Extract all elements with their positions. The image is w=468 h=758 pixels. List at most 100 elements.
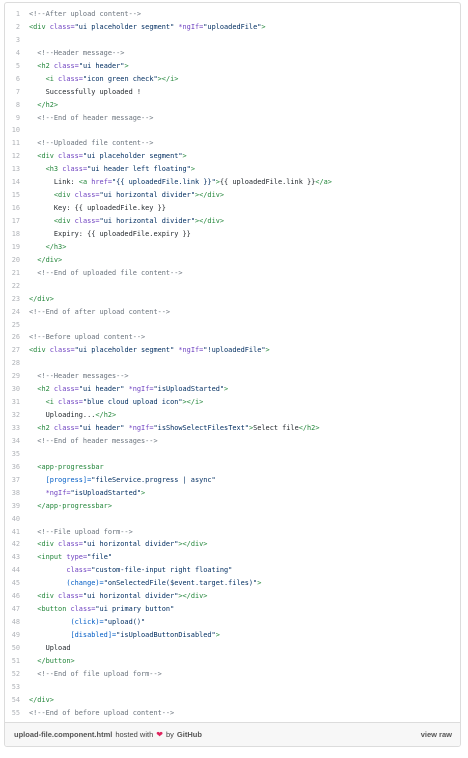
- line-number[interactable]: 13: [5, 163, 29, 176]
- code-line: 45 (change)="onSelectedFile($event.targe…: [5, 577, 460, 590]
- code-line: 7 Successfully uploaded !: [5, 86, 460, 99]
- line-number[interactable]: 1: [5, 8, 29, 21]
- line-number[interactable]: 55: [5, 707, 29, 720]
- line-number[interactable]: 45: [5, 577, 29, 590]
- line-number[interactable]: 15: [5, 189, 29, 202]
- line-number[interactable]: 19: [5, 241, 29, 254]
- line-content: <!--After upload content-->: [29, 8, 460, 21]
- line-number[interactable]: 12: [5, 150, 29, 163]
- line-number[interactable]: 50: [5, 642, 29, 655]
- line-content: Expiry: {{ uploadedFile.expiry }}: [29, 228, 460, 241]
- line-number[interactable]: 2: [5, 21, 29, 34]
- line-number[interactable]: 41: [5, 526, 29, 539]
- line-number[interactable]: 9: [5, 112, 29, 125]
- code-line: 29 <!--Header messages-->: [5, 370, 460, 383]
- line-number[interactable]: 29: [5, 370, 29, 383]
- code-line: 17 <div class="ui horizontal divider"></…: [5, 215, 460, 228]
- line-number[interactable]: 44: [5, 564, 29, 577]
- line-content: </div>: [29, 694, 460, 707]
- code-line: 1 <!--After upload content-->: [5, 8, 460, 21]
- gist-filename-link[interactable]: upload-file.component.html: [14, 730, 112, 739]
- line-number[interactable]: 14: [5, 176, 29, 189]
- line-content: </div>: [29, 254, 460, 267]
- code-line: 8 </h2>: [5, 99, 460, 112]
- code-token: "ui placeholder segment": [82, 152, 183, 161]
- code-token: <!--End of header message-->: [29, 113, 154, 122]
- line-content: <div class="ui placeholder segment">: [29, 150, 460, 163]
- line-number[interactable]: 51: [5, 655, 29, 668]
- line-number[interactable]: 53: [5, 681, 29, 694]
- line-number[interactable]: 38: [5, 487, 29, 500]
- line-number[interactable]: 36: [5, 461, 29, 474]
- line-number[interactable]: 22: [5, 280, 29, 293]
- code-token: "isShowSelectFilesText": [153, 424, 249, 432]
- code-line: 40: [5, 513, 460, 526]
- line-number[interactable]: 10: [5, 124, 29, 137]
- line-number[interactable]: 33: [5, 422, 29, 435]
- code-token: </h2>: [29, 100, 59, 109]
- code-line: 32 Uploading...</h2>: [5, 409, 460, 422]
- code-token: "onSelectedFile($event.target.files)": [103, 579, 258, 588]
- code-token: <!--File upload form-->: [29, 527, 133, 536]
- code-token: ></i>: [157, 74, 179, 83]
- code-token: [progress]=: [29, 475, 92, 484]
- line-number[interactable]: 11: [5, 137, 29, 150]
- line-number[interactable]: 23: [5, 293, 29, 306]
- line-number[interactable]: 34: [5, 435, 29, 448]
- line-content: Successfully uploaded !: [29, 86, 460, 99]
- line-number[interactable]: 18: [5, 228, 29, 241]
- line-number[interactable]: 30: [5, 383, 29, 396]
- line-number[interactable]: 8: [5, 99, 29, 112]
- line-number[interactable]: 32: [5, 409, 29, 422]
- line-number[interactable]: 16: [5, 202, 29, 215]
- line-number[interactable]: 40: [5, 513, 29, 526]
- line-number[interactable]: 39: [5, 500, 29, 513]
- code-line: 53: [5, 681, 460, 694]
- line-number[interactable]: 37: [5, 474, 29, 487]
- code-token: <i: [29, 398, 59, 407]
- line-number[interactable]: 6: [5, 73, 29, 86]
- line-number[interactable]: 21: [5, 267, 29, 280]
- line-number[interactable]: 17: [5, 215, 29, 228]
- code-line: 54 </div>: [5, 694, 460, 707]
- line-number[interactable]: 7: [5, 86, 29, 99]
- line-content: Link: <a href="{{ uploadedFile.link }}">…: [29, 176, 460, 189]
- line-content: <div class="ui placeholder segment" *ngI…: [29, 21, 460, 34]
- code-token: class=: [74, 217, 100, 225]
- code-token: >: [215, 631, 220, 639]
- code-token: </h2>: [95, 411, 117, 420]
- heart-icon: ❤: [156, 730, 163, 739]
- code-token: "ui header": [78, 61, 125, 70]
- code-line: 14 Link: <a href="{{ uploadedFile.link }…: [5, 176, 460, 189]
- line-content: <div class="ui placeholder segment" *ngI…: [29, 344, 460, 357]
- line-number[interactable]: 31: [5, 396, 29, 409]
- line-number[interactable]: 20: [5, 254, 29, 267]
- code-line: 20 </div>: [5, 254, 460, 267]
- line-number[interactable]: 42: [5, 538, 29, 551]
- github-link[interactable]: GitHub: [177, 730, 202, 739]
- line-number[interactable]: 46: [5, 590, 29, 603]
- code-line: 25: [5, 319, 460, 332]
- code-token: Upload: [29, 643, 71, 652]
- line-number[interactable]: 4: [5, 47, 29, 60]
- line-number[interactable]: 24: [5, 306, 29, 319]
- line-number[interactable]: 27: [5, 344, 29, 357]
- code-token: class=: [58, 152, 83, 161]
- line-number[interactable]: 3: [5, 34, 29, 47]
- code-line: 16 Key: {{ uploadedFile.key }}: [5, 202, 460, 215]
- line-number[interactable]: 35: [5, 448, 29, 461]
- line-number[interactable]: 52: [5, 668, 29, 681]
- line-number[interactable]: 26: [5, 331, 29, 344]
- code-token: "isUploadStarted": [70, 488, 142, 497]
- view-raw-link[interactable]: view raw: [421, 730, 452, 739]
- line-number[interactable]: 48: [5, 616, 29, 629]
- code-line: 23 </div>: [5, 293, 460, 306]
- line-number[interactable]: 43: [5, 551, 29, 564]
- code-line: 43 <input type="file": [5, 551, 460, 564]
- line-number[interactable]: 49: [5, 629, 29, 642]
- line-number[interactable]: 54: [5, 694, 29, 707]
- line-number[interactable]: 47: [5, 603, 29, 616]
- line-number[interactable]: 25: [5, 319, 29, 332]
- line-number[interactable]: 28: [5, 357, 29, 370]
- line-number[interactable]: 5: [5, 60, 29, 73]
